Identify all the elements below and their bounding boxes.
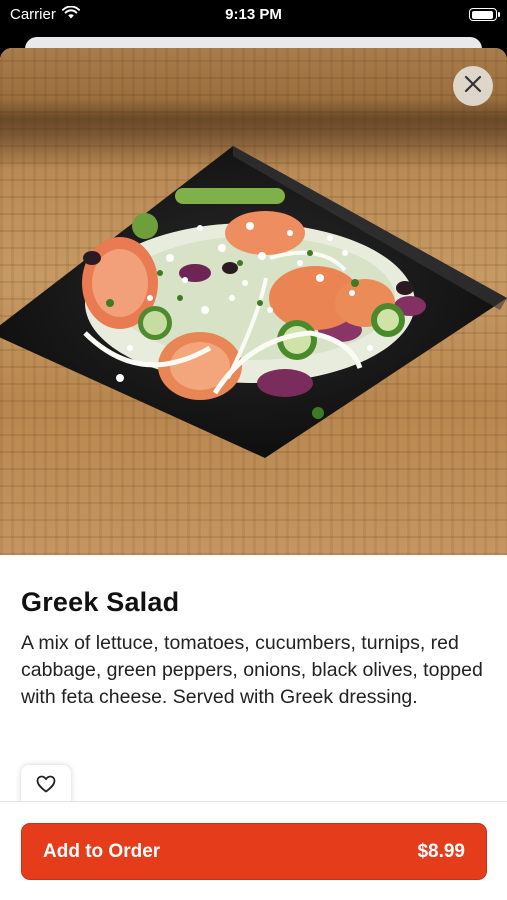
add-to-order-label: Add to Order — [43, 840, 161, 862]
item-photo — [0, 48, 507, 555]
item-info: Greek Salad A mix of lettuce, tomatoes, … — [21, 587, 487, 711]
item-detail-sheet: Greek Salad A mix of lettuce, tomatoes, … — [0, 48, 507, 900]
item-price: $8.99 — [417, 840, 465, 862]
order-footer: Add to Order $8.99 — [0, 801, 507, 900]
status-bar: Carrier 9:13 PM — [0, 0, 507, 30]
close-button[interactable] — [453, 66, 493, 106]
item-description: A mix of lettuce, tomatoes, cucumbers, t… — [21, 632, 483, 708]
item-title: Greek Salad — [21, 587, 180, 617]
battery-icon — [469, 8, 500, 21]
heart-icon — [36, 775, 56, 798]
close-icon — [464, 75, 482, 98]
add-to-order-button[interactable]: Add to Order $8.99 — [21, 823, 487, 880]
clock: 9:13 PM — [225, 6, 282, 23]
